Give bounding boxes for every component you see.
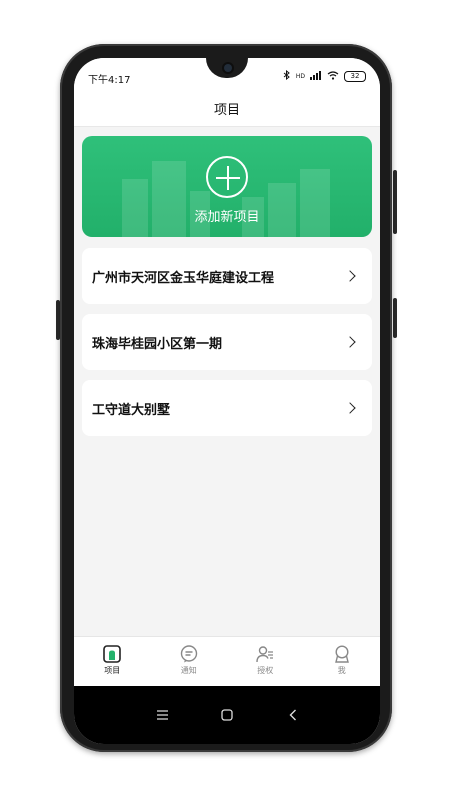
back-button[interactable] xyxy=(278,700,308,730)
add-project-label: 添加新项目 xyxy=(194,210,260,225)
project-name: 工守道大别墅 xyxy=(92,403,171,418)
home-icon xyxy=(221,709,233,721)
signal-icon xyxy=(310,70,322,83)
tab-notification[interactable]: 通知 xyxy=(151,637,228,687)
chevron-right-icon xyxy=(344,270,356,282)
project-item[interactable]: 广州市天河区金玉华庭建设工程 xyxy=(82,248,372,304)
wifi-icon xyxy=(327,70,339,83)
volume-button[interactable] xyxy=(393,170,397,234)
battery-level: 32 xyxy=(350,72,360,80)
message-icon xyxy=(180,645,197,663)
user-list-icon xyxy=(256,646,274,663)
tab-authorization[interactable]: 授权 xyxy=(227,637,304,687)
project-name: 广州市天河区金玉华庭建设工程 xyxy=(92,271,275,286)
menu-icon xyxy=(156,710,168,720)
add-project-card[interactable]: 添加新项目 xyxy=(82,136,372,237)
building-decoration xyxy=(300,169,330,237)
building-decoration xyxy=(152,161,186,237)
battery-icon: 32 xyxy=(344,71,366,82)
bluetooth-icon xyxy=(283,69,291,83)
page-title: 项目 xyxy=(213,103,240,118)
home-button[interactable] xyxy=(212,700,242,730)
profile-icon xyxy=(334,645,349,663)
project-item[interactable]: 珠海毕桂园小区第一期 xyxy=(82,314,372,370)
tab-label: 我 xyxy=(337,666,346,675)
tab-label: 通知 xyxy=(180,666,197,675)
power-button[interactable] xyxy=(393,298,397,338)
phone-screen: 下午4:17 HD 32 项目 添加新项目 广州市天河区金玉华庭建设工程 珠海毕… xyxy=(74,58,380,744)
status-time: 下午4:17 xyxy=(88,75,131,86)
add-icon xyxy=(206,156,248,198)
project-icon xyxy=(103,645,122,663)
back-icon xyxy=(289,709,296,721)
project-name: 珠海毕桂园小区第一期 xyxy=(92,337,223,352)
front-camera xyxy=(224,64,232,72)
tab-project[interactable]: 项目 xyxy=(74,637,151,687)
tab-label: 项目 xyxy=(104,666,121,675)
project-item[interactable]: 工守道大别墅 xyxy=(82,380,372,436)
chevron-right-icon xyxy=(344,402,356,414)
chevron-right-icon xyxy=(344,336,356,348)
tab-label: 授权 xyxy=(257,666,274,675)
bottom-tab-bar: 项目 通知 授权 我 xyxy=(74,636,380,687)
menu-button[interactable] xyxy=(147,700,177,730)
system-nav-bar xyxy=(74,686,380,744)
status-icons: HD 32 xyxy=(283,69,366,83)
tab-me[interactable]: 我 xyxy=(304,637,381,687)
header-bar: 项目 xyxy=(74,92,380,127)
signal-label: HD xyxy=(295,73,305,80)
